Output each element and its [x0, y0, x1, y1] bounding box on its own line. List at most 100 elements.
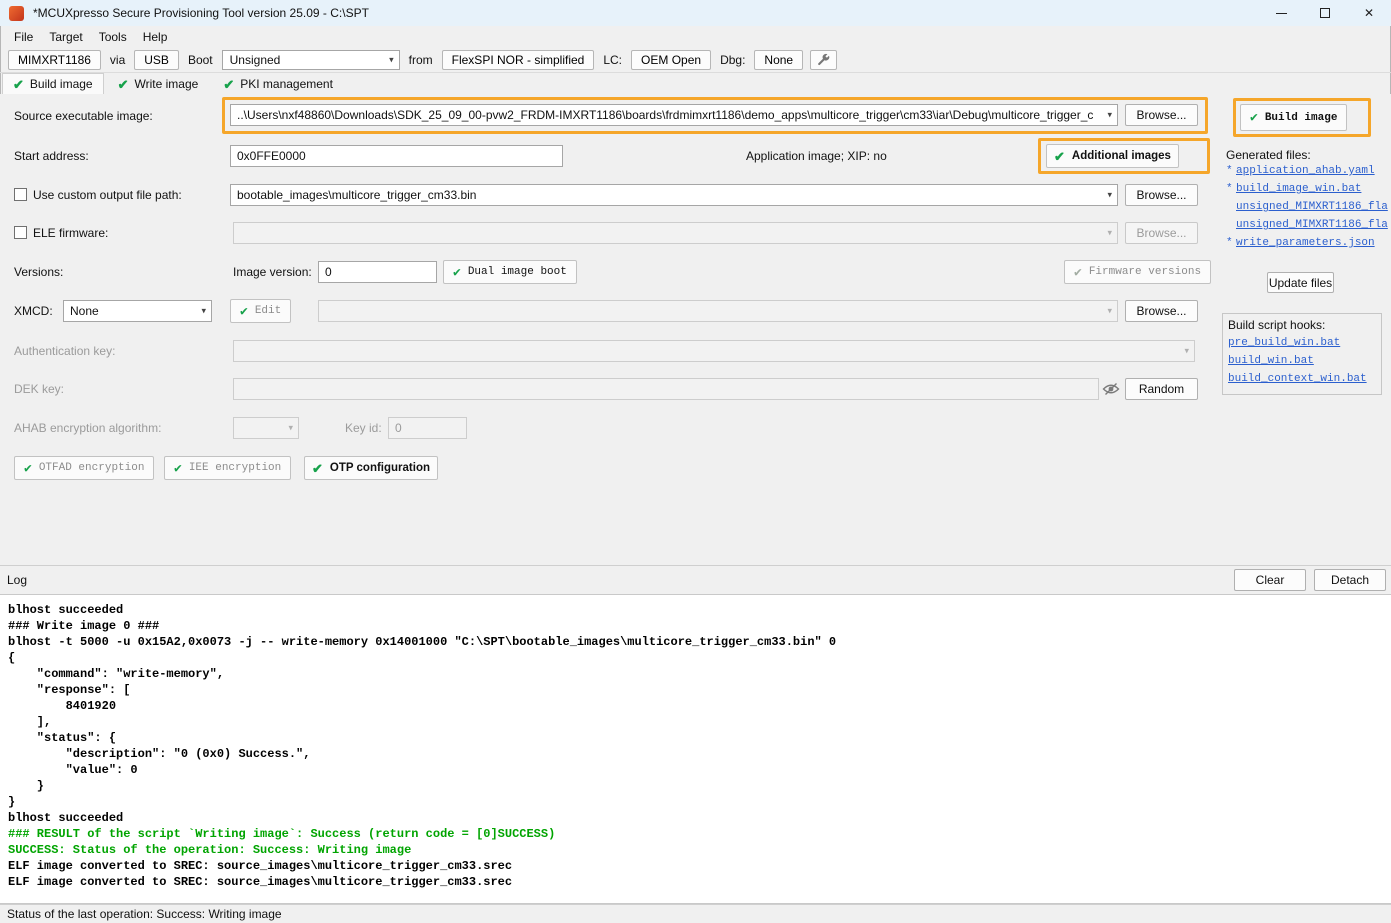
maximize-button[interactable] [1303, 0, 1347, 26]
generated-file-link[interactable]: unsigned_MIMXRT1186_fla [1236, 219, 1388, 231]
log-line: { [8, 650, 1383, 666]
log-clear-button[interactable]: Clear [1234, 569, 1306, 591]
log-line: "value": 0 [8, 762, 1383, 778]
generated-file-link[interactable]: application_ahab.yaml [1236, 165, 1375, 177]
generated-file-link[interactable]: build_image_win.bat [1236, 183, 1361, 195]
lc-label: LC: [603, 53, 622, 67]
xmcd-edit-button[interactable]: ✔ Edit [230, 299, 291, 323]
log-title: Log [7, 573, 27, 587]
wrench-icon[interactable] [810, 50, 837, 70]
versions-label: Versions: [14, 261, 63, 283]
generated-file-link[interactable]: unsigned_MIMXRT1186_fla [1236, 201, 1388, 213]
source-browse-button[interactable]: Browse... [1125, 104, 1198, 126]
xmcd-input[interactable] [66, 304, 191, 318]
tab-bar: ✔ Build image ✔ Write image ✔ PKI manage… [0, 73, 1391, 94]
dek-key-input [233, 378, 1099, 400]
generated-file-link[interactable]: write_parameters.json [1236, 237, 1375, 249]
generated-files-list: * application_ahab.yaml * build_image_wi… [1226, 165, 1388, 249]
eye-off-icon[interactable] [1101, 381, 1121, 397]
connection-button[interactable]: USB [134, 50, 179, 70]
start-address-input[interactable] [230, 145, 563, 167]
otp-configuration-button[interactable]: ✔ OTP configuration [304, 456, 438, 480]
modified-marker: * [1226, 237, 1236, 249]
additional-images-button[interactable]: ✔ Additional images [1046, 144, 1179, 168]
check-icon: ✔ [1074, 266, 1082, 279]
image-version-input[interactable] [318, 261, 437, 283]
minimize-icon [1276, 13, 1287, 14]
boot-device-button[interactable]: FlexSPI NOR - simplified [442, 50, 595, 70]
menu-item[interactable]: Help [135, 28, 176, 46]
generated-file-item: * build_image_win.bat [1226, 183, 1388, 195]
log-line: ], [8, 714, 1383, 730]
custom-output-input[interactable] [233, 188, 1097, 202]
boot-label: Boot [188, 53, 213, 67]
minimize-button[interactable] [1259, 0, 1303, 26]
log-line: } [8, 794, 1383, 810]
generated-file-item: unsigned_MIMXRT1186_fla [1226, 201, 1388, 213]
dual-image-boot-label: Dual image boot [468, 266, 567, 278]
firmware-versions-button: ✔ Firmware versions [1064, 260, 1211, 284]
tab[interactable]: ✔ PKI management [212, 73, 344, 94]
chevron-down-icon[interactable]: ▾ [1107, 191, 1112, 200]
check-icon: ✔ [118, 78, 129, 91]
build-image-button[interactable]: ✔ Build image [1240, 104, 1347, 131]
build-script-hooks-links: pre_build_win.bat build_win.bat build_cont… [1228, 337, 1376, 385]
build-hook-link[interactable]: build_win.bat [1228, 355, 1376, 367]
chevron-down-icon: ▾ [288, 424, 293, 433]
ele-firmware-checkbox[interactable] [14, 226, 27, 239]
custom-output-combobox[interactable]: ▾ [230, 184, 1118, 206]
menu-item[interactable]: Target [41, 28, 90, 46]
source-image-combobox[interactable]: ▾ [230, 104, 1118, 126]
custom-output-checkbox[interactable] [14, 188, 27, 201]
log-detach-button[interactable]: Detach [1314, 569, 1386, 591]
tab[interactable]: ✔ Write image [107, 73, 210, 94]
otfad-encryption-label: OTFAD encryption [39, 462, 145, 474]
otp-configuration-label: OTP configuration [330, 462, 430, 474]
xmcd-combobox[interactable]: ▾ [63, 300, 212, 322]
menu-bar: FileTargetToolsHelp [0, 26, 1391, 48]
generated-file-item: * application_ahab.yaml [1226, 165, 1388, 177]
modified-marker: * [1226, 183, 1236, 195]
build-hook-link[interactable]: build_context_win.bat [1228, 373, 1376, 385]
boot-type-combobox[interactable]: Unsigned ▾ [222, 50, 400, 70]
log-line: 8401920 [8, 698, 1383, 714]
lifecycle-button[interactable]: OEM Open [631, 50, 711, 70]
chevron-down-icon[interactable]: ▾ [201, 307, 206, 316]
log-line: ### Write image 0 ### [8, 618, 1383, 634]
check-icon: ✔ [13, 78, 24, 91]
source-image-input[interactable] [233, 108, 1097, 122]
check-icon: ✔ [1250, 111, 1258, 124]
chevron-down-icon[interactable]: ▾ [1107, 111, 1112, 120]
ele-firmware-combobox: ▾ [233, 222, 1118, 244]
generated-file-item: unsigned_MIMXRT1186_fla [1226, 219, 1388, 231]
ele-firmware-label: ELE firmware: [33, 222, 108, 244]
tab[interactable]: ✔ Build image [2, 73, 104, 94]
custom-output-browse-button[interactable]: Browse... [1125, 184, 1198, 206]
menu-item[interactable]: Tools [91, 28, 135, 46]
ahab-algorithm-combobox: ▾ [233, 417, 299, 439]
dek-random-button[interactable]: Random [1125, 378, 1198, 400]
log-output[interactable]: blhost succeeded### Write image 0 ###blh… [0, 594, 1391, 904]
processor-button[interactable]: MIMXRT1186 [8, 50, 101, 70]
xmcd-browse-button[interactable]: Browse... [1125, 300, 1198, 322]
otfad-encryption-button[interactable]: ✔ OTFAD encryption [14, 456, 154, 480]
build-hook-link[interactable]: pre_build_win.bat [1228, 337, 1376, 349]
debugger-button[interactable]: None [754, 50, 803, 70]
window-controls: ✕ [1259, 0, 1391, 26]
ahab-algorithm-label: AHAB encryption algorithm: [14, 417, 161, 439]
maximize-icon [1320, 8, 1330, 18]
firmware-versions-label: Firmware versions [1089, 266, 1201, 278]
log-line: blhost succeeded [8, 602, 1383, 618]
update-files-button[interactable]: Update files [1267, 272, 1334, 293]
dbg-label: Dbg: [720, 53, 745, 67]
log-line: blhost -t 5000 -u 0x15A2,0x0073 -j -- wr… [8, 634, 1383, 650]
check-icon: ✔ [1054, 150, 1065, 163]
dual-image-boot-button[interactable]: ✔ Dual image boot [443, 260, 577, 284]
check-icon: ✔ [24, 462, 32, 475]
iee-encryption-button[interactable]: ✔ IEE encryption [164, 456, 291, 480]
chevron-down-icon: ▾ [1107, 229, 1112, 238]
start-address-label: Start address: [14, 145, 89, 167]
menu-item[interactable]: File [6, 28, 41, 46]
image-version-label: Image version: [233, 261, 312, 283]
close-button[interactable]: ✕ [1347, 0, 1391, 26]
